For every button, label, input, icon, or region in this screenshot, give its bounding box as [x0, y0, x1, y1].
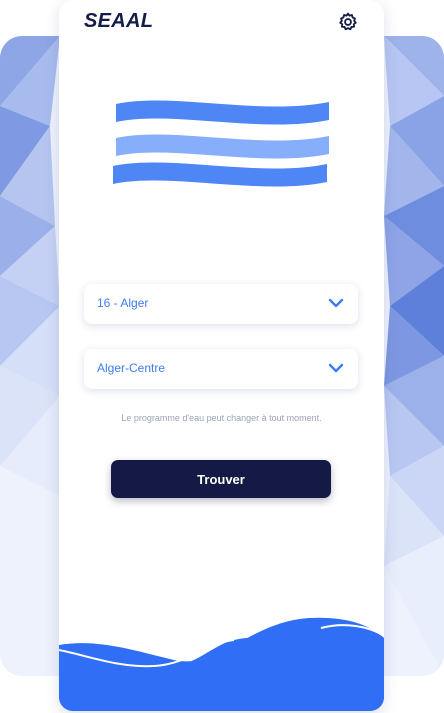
bottom-wave-decoration: [59, 617, 384, 711]
schedule-notice: Le programme d'eau peut changer à tout m…: [121, 413, 322, 423]
commune-select[interactable]: Alger-Centre: [84, 349, 358, 389]
wilaya-select-value: 16 - Alger: [97, 296, 149, 310]
phone-screen: SEAAL 16 - Alger Alger-Centre Le program…: [59, 0, 384, 711]
gear-icon: [339, 12, 357, 31]
wave-stripe-top: [116, 100, 329, 125]
find-button[interactable]: Trouver: [111, 460, 331, 498]
commune-select-value: Alger-Centre: [97, 361, 166, 375]
app-stage: SEAAL 16 - Alger Alger-Centre Le program…: [0, 0, 444, 713]
wave-stripe-middle: [116, 134, 329, 159]
wave-stripe-bottom: [113, 162, 327, 187]
chevron-down-icon: [328, 363, 344, 373]
wilaya-select[interactable]: 16 - Alger: [84, 284, 358, 324]
settings-button[interactable]: [337, 11, 359, 33]
water-waves-logo: [113, 100, 329, 187]
app-brand-title: SEAAL: [84, 10, 154, 32]
chevron-down-icon: [328, 298, 344, 308]
